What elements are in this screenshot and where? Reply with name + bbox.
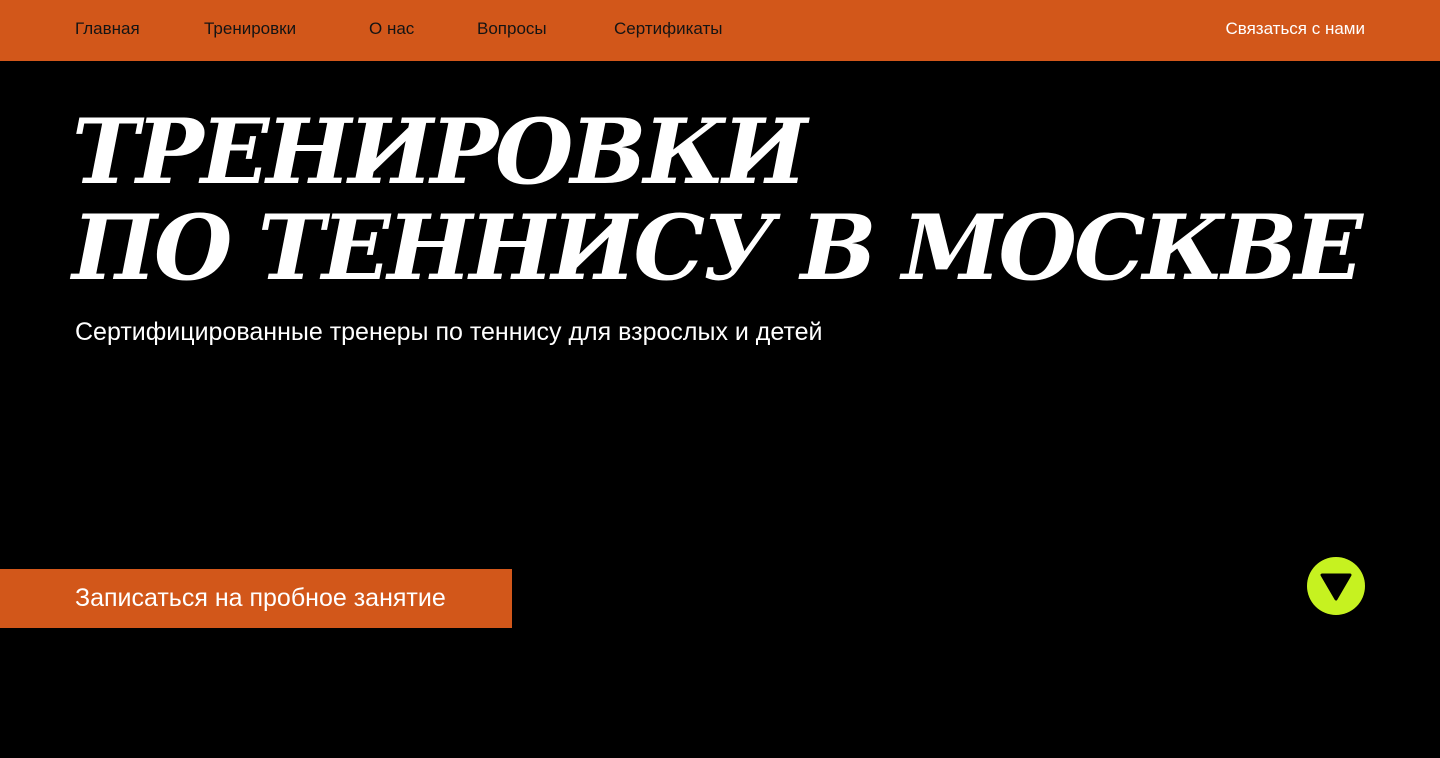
hero-subtitle: Сертифицированные тренеры по теннису для… [75,318,823,346]
top-navigation-bar: Главная Тренировки О нас Вопросы Сертифи… [0,0,1440,61]
nav-link-faq[interactable]: Вопросы [477,18,547,40]
nav-link-trainings[interactable]: Тренировки [204,18,296,40]
nav-link-about[interactable]: О нас [369,18,414,40]
nav-link-home[interactable]: Главная [75,18,140,40]
hero-title: ТРЕНИРОВКИ ПО ТЕННИСУ В МОСКВЕ [72,99,1363,301]
nav-link-certificates[interactable]: Сертификаты [614,18,722,40]
trial-lesson-signup-button[interactable]: Записаться на пробное занятие [0,569,512,628]
hero-title-line-2: ПО ТЕННИСУ В МОСКВЕ [72,195,1363,301]
hero-title-line-1: ТРЕНИРОВКИ [72,99,807,205]
arrow-down-triangle-icon [1320,573,1352,601]
contact-us-link[interactable]: Связаться с нами [1225,18,1365,40]
scroll-down-button[interactable] [1307,557,1365,615]
